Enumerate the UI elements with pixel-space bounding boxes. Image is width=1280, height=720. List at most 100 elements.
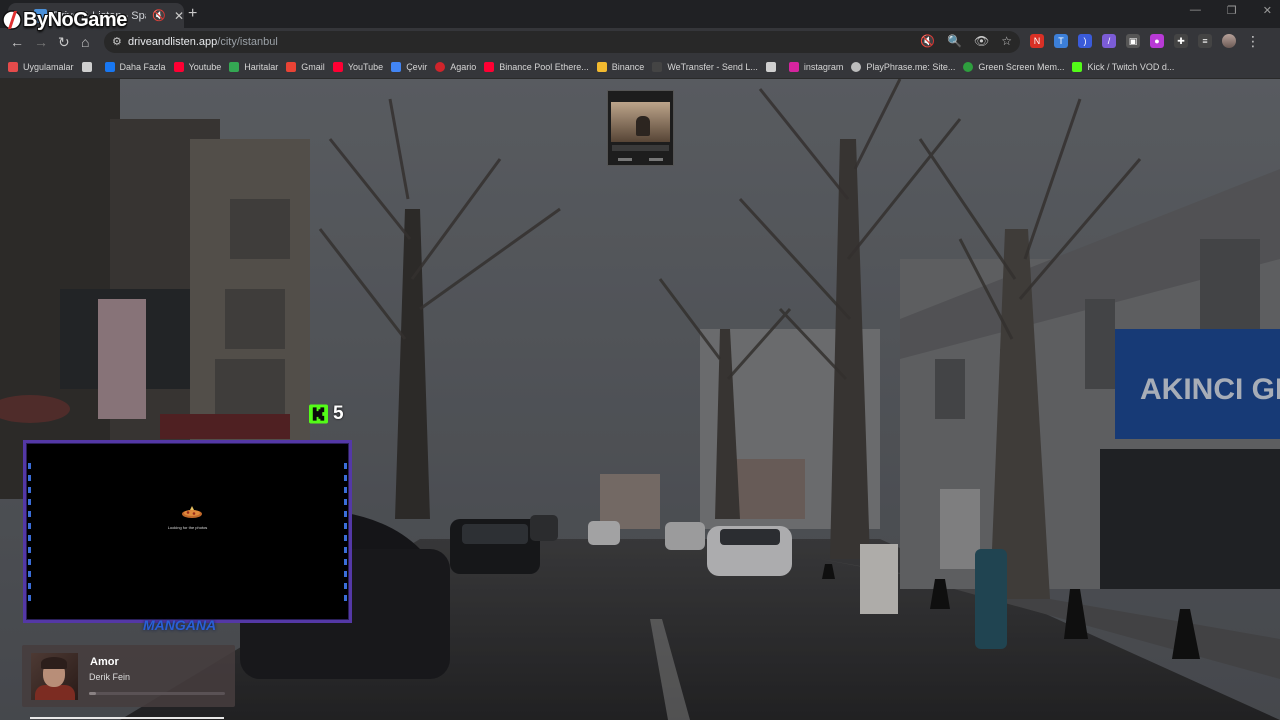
apps-icon (8, 62, 18, 72)
coffee-card-person (636, 116, 650, 136)
bookmark-item[interactable]: Çevir (391, 62, 427, 72)
track-artist: Derik Fein (89, 672, 131, 682)
bookmark-item[interactable]: Haritalar (229, 62, 278, 72)
coffee-card-button-left[interactable] (618, 158, 632, 161)
gmail-icon (286, 62, 297, 72)
home-icon[interactable]: ⌂ (81, 34, 89, 50)
reload-icon[interactable]: ↻ (58, 34, 70, 51)
kick-viewer-badge: 5 (309, 403, 344, 425)
tab-strip: Drive & Listen - Spain - Drive 🔇 ✕ + — ❐… (0, 0, 1280, 28)
bookmark-item[interactable]: Binance (596, 62, 645, 72)
facebook-icon (104, 62, 115, 72)
bookmark-item[interactable]: WeTransfer - Send L... (652, 62, 758, 72)
youtube-icon (484, 62, 495, 72)
zoom-icon[interactable]: 🔍 (947, 34, 962, 48)
pen-extension-icon[interactable]: / (1102, 34, 1116, 48)
bookmark-item[interactable]: Uygulamalar (8, 62, 74, 72)
address-bar[interactable]: ⚙ driveandlisten.app/city/istanbul 🔇 🔍 👁… (104, 31, 1020, 53)
reading-list-icon[interactable]: ≡ (1198, 34, 1212, 48)
bookmark-label: YouTube (347, 62, 384, 72)
bookmark-item[interactable]: YouTube (332, 62, 384, 72)
bookmark-label: Daha Fazla (119, 62, 166, 72)
bookmark-item[interactable]: Green Screen Mem... (963, 62, 1064, 72)
back-icon[interactable]: ← (10, 34, 24, 50)
minimize-icon[interactable]: — (1190, 4, 1201, 17)
window-controls: — ❐ ✕ (1190, 4, 1272, 17)
track-title: Amor (90, 656, 119, 668)
bookmark-item[interactable]: Gmail (286, 62, 325, 72)
agario-icon (435, 62, 446, 72)
album-art-hair (41, 657, 67, 669)
track-progress-bar[interactable] (89, 692, 225, 695)
album-art-shirt (35, 685, 75, 700)
address-bar-actions: 🔇 🔍 👁 ☆ (920, 34, 1012, 48)
bookmark-label: instagram (803, 62, 844, 72)
new-tab-button[interactable]: + (188, 5, 197, 23)
bookmark-item[interactable] (81, 62, 97, 72)
bynogame-logo-mark (2, 10, 22, 30)
restore-icon[interactable]: ❐ (1227, 4, 1237, 17)
bookmark-label: Kick / Twitch VOD d... (1087, 62, 1175, 72)
buy-me-a-coffee-card[interactable] (607, 90, 674, 166)
bookmark-item[interactable]: Agario (435, 62, 476, 72)
forward-icon[interactable]: → (34, 34, 48, 50)
bookmark-star-icon[interactable]: ☆ (1001, 34, 1012, 48)
bookmark-item[interactable] (765, 62, 781, 72)
maps-icon (229, 62, 240, 72)
bookmark-icon (765, 62, 776, 72)
tab-close-icon[interactable]: ✕ (174, 9, 184, 23)
track-progress-fill (89, 692, 96, 695)
close-window-icon[interactable]: ✕ (1263, 4, 1272, 17)
bookmark-label: Agario (450, 62, 477, 72)
bookmark-item[interactable]: PlayPhrase.me: Site... (851, 62, 955, 72)
stream-status-text: Looking for the photos (167, 525, 208, 530)
stream-overlay-frame: Looking for the photos (23, 440, 352, 623)
pizza-icon (182, 506, 202, 518)
bookmark-label: WeTransfer - Send L... (667, 62, 758, 72)
bookmark-item[interactable]: Binance Pool Ethere... (484, 62, 589, 72)
bynogame-logo-text: ByNoGame (23, 8, 127, 31)
bookmark-item[interactable]: instagram (788, 62, 844, 72)
url-host: driveandlisten.app (128, 36, 218, 48)
new-extension-icon[interactable]: N (1030, 34, 1044, 48)
kick-viewer-count: 5 (333, 403, 344, 424)
more-menu-icon[interactable]: ⋮ (1246, 34, 1260, 48)
browser-toolbar: ← → ↻ ⌂ ⚙ driveandlisten.app/city/istanb… (0, 28, 1280, 56)
instagram-icon (788, 62, 799, 72)
puzzle-extensions-icon[interactable]: ✚ (1174, 34, 1188, 48)
youtube-icon (173, 62, 184, 72)
audio-extension-icon[interactable]: ) (1078, 34, 1092, 48)
bookmark-item[interactable]: Kick / Twitch VOD d... (1072, 62, 1174, 72)
kick-logo-icon (309, 404, 328, 424)
now-playing-card[interactable]: Amor Derik Fein (22, 645, 235, 707)
translate-extension-icon[interactable]: T (1054, 34, 1068, 48)
coffee-card-buttons (618, 158, 663, 161)
url-path: /city/istanbul (217, 36, 278, 48)
stream-watermark-text: MANGANA (143, 617, 217, 633)
extensions-bar: N T ) / ▣ ● ✚ ≡ ⋮ (1030, 34, 1260, 48)
bookmark-label: Binance Pool Ethere... (499, 62, 589, 72)
bookmarks-bar: Uygulamalar Daha Fazla Youtube Haritalar Gma… (0, 56, 1280, 79)
bookmark-item[interactable]: Youtube (173, 62, 222, 72)
coffee-card-text (612, 145, 669, 151)
screenshot-extension-icon[interactable]: ▣ (1126, 34, 1140, 48)
media-blocked-icon[interactable]: 🔇 (920, 34, 935, 48)
url-text[interactable]: driveandlisten.app/city/istanbul (128, 36, 278, 48)
binance-icon (596, 62, 607, 72)
bookmark-label: Green Screen Mem... (978, 62, 1065, 72)
coffee-card-photo (611, 102, 670, 142)
bookmark-label: Youtube (188, 62, 222, 72)
wetransfer-icon (652, 62, 663, 72)
youtube-icon (332, 62, 343, 72)
bookmark-item[interactable]: Daha Fazla (104, 62, 166, 72)
playphrase-icon (851, 62, 862, 72)
kick-d-icon (1072, 62, 1083, 72)
purple-extension-icon[interactable]: ● (1150, 34, 1164, 48)
profile-avatar[interactable] (1222, 34, 1236, 48)
coffee-card-button-right[interactable] (649, 158, 663, 161)
site-info-icon[interactable]: ⚙ (112, 35, 122, 48)
bookmark-label: Binance (611, 62, 645, 72)
tracking-eye-icon[interactable]: 👁 (974, 34, 989, 48)
bookmark-label: Haritalar (244, 62, 279, 72)
tab-mute-icon[interactable]: 🔇 (152, 9, 166, 22)
